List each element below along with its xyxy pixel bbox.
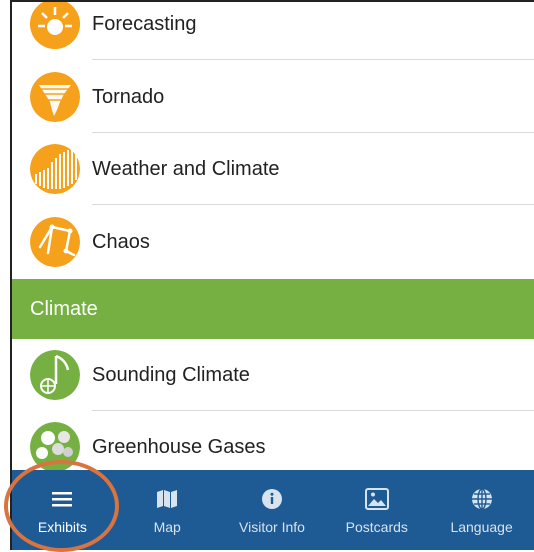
app-screen: Forecasting Tornado Weather and Climate … [10,0,534,550]
list-item-label: Tornado [92,85,165,108]
molecules-icon [30,422,80,472]
bar-graph-icon [30,144,80,194]
list-item-label: Sounding Climate [92,363,250,386]
list-item-forecasting[interactable]: Forecasting [12,2,534,60]
chaos-pendulum-icon [30,217,80,267]
image-icon [364,487,389,511]
list-item-label: Chaos [92,230,150,253]
list-item-label: Weather and Climate [92,157,280,180]
menu-icon [50,487,74,511]
music-note-globe-icon [30,350,80,400]
tab-label: Visitor Info [239,519,305,535]
info-icon [260,487,284,511]
tab-label: Postcards [345,519,408,535]
tornado-icon [30,72,80,122]
tab-postcards[interactable]: Postcards [324,470,429,550]
tab-label: Exhibits [37,519,87,535]
tab-map[interactable]: Map [115,470,220,550]
tab-label: Language [450,519,513,535]
section-header-climate: Climate [12,279,534,339]
section-title: Climate [30,297,98,320]
tab-language[interactable]: Language [429,470,534,550]
divider [92,59,534,60]
sun-gear-icon [30,2,80,49]
map-icon [155,487,179,511]
divider [92,204,534,205]
tab-label: Map [153,519,181,535]
list-item-chaos[interactable]: Chaos [12,206,534,278]
list-item-label: Forecasting [92,12,197,35]
list-item-tornado[interactable]: Tornado [12,61,534,133]
tab-visitor-info[interactable]: Visitor Info [220,470,325,550]
list-item-sounding-climate[interactable]: Sounding Climate [12,339,534,411]
list-item-weather-and-climate[interactable]: Weather and Climate [12,133,534,205]
globe-icon [470,487,494,511]
list-item-label: Greenhouse Gases [92,435,266,458]
tab-exhibits[interactable]: Exhibits [12,470,115,550]
bottom-tab-bar: Exhibits Map Visitor Info Postcards Lang… [12,470,534,550]
